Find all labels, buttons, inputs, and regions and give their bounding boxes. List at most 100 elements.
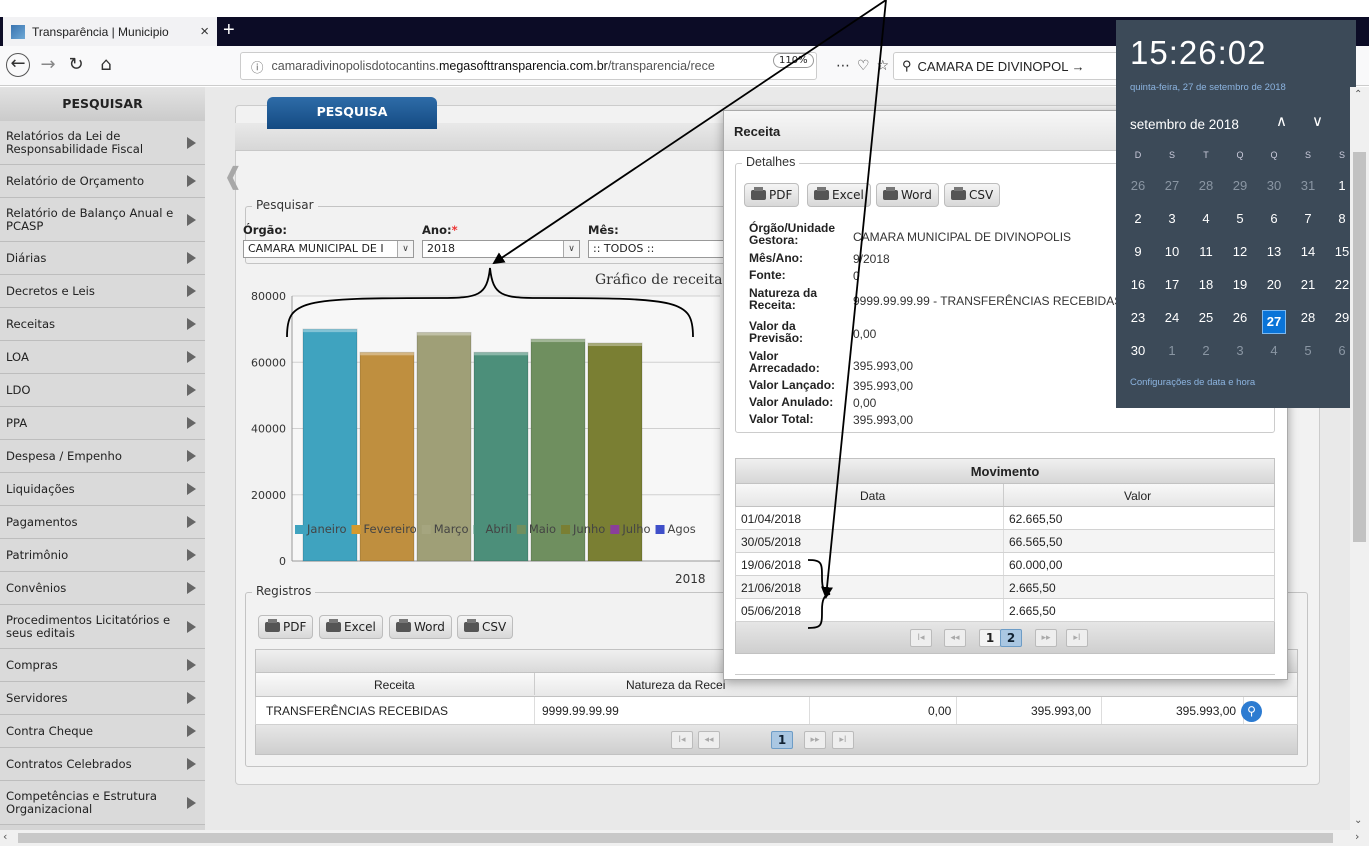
pager-last-button[interactable]: ▸I [832, 731, 854, 749]
pager-next-button[interactable]: ▸▸ [1035, 629, 1057, 647]
sidebar-item[interactable]: PPA [0, 407, 205, 440]
chevron-up-icon[interactable]: ∧ [1276, 112, 1287, 130]
modal-excel-button[interactable]: Excel [807, 183, 871, 207]
table-row[interactable]: 21/06/2018 2.665,50 [735, 576, 1275, 599]
forward-icon[interactable]: → [36, 53, 60, 77]
calendar-day[interactable]: 5 [1228, 211, 1252, 226]
vertical-scrollbar[interactable]: ⌃ ⌄ [1350, 87, 1369, 830]
calendar-day[interactable]: 5 [1296, 343, 1320, 358]
sidebar-item[interactable]: Servidores [0, 682, 205, 715]
calendar-day[interactable]: 25 [1194, 310, 1218, 325]
view-details-icon[interactable]: ⚲ [1241, 701, 1262, 722]
back-icon[interactable]: ← [6, 53, 30, 77]
sidebar-item[interactable]: Contra Cheque [0, 715, 205, 748]
home-icon[interactable]: ⌂ [94, 53, 118, 77]
calendar-day[interactable]: 28 [1296, 310, 1320, 325]
table-row[interactable]: 05/06/2018 2.665,50 [735, 599, 1275, 622]
scroll-down-icon[interactable]: ⌄ [1354, 815, 1362, 826]
reload-icon[interactable]: ↻ [64, 53, 88, 77]
column-natureza[interactable]: Natureza da Recei [626, 678, 725, 692]
mes-select[interactable]: :: TODOS :: [588, 240, 728, 258]
calendar-day[interactable]: 28 [1194, 178, 1218, 193]
address-bar[interactable]: ⓘ camaradivinopolisdotocantins. megasoftt… [240, 52, 817, 80]
close-tab-icon[interactable]: × [200, 23, 209, 40]
sidebar-item[interactable]: Relatório de Orçamento [0, 165, 205, 198]
sidebar-item[interactable]: LDO [0, 374, 205, 407]
calendar-day[interactable]: 2 [1194, 343, 1218, 358]
clock-date[interactable]: quinta-feira, 27 de setembro de 2018 [1130, 82, 1286, 93]
pager-first-button[interactable]: I◂ [671, 731, 693, 749]
calendar-day[interactable]: 2 [1126, 211, 1150, 226]
sidebar-item[interactable]: Patrimônio [0, 539, 205, 572]
calendar-day[interactable]: 14 [1296, 244, 1320, 259]
calendar-day[interactable]: 10 [1160, 244, 1184, 259]
calendar-day[interactable]: 27 [1160, 178, 1184, 193]
column-data[interactable]: Data [860, 489, 885, 503]
export-pdf-button[interactable]: PDF [258, 615, 314, 639]
pager-prev-button[interactable]: ◂◂ [698, 731, 720, 749]
ano-select[interactable]: 2018 ∨ [422, 240, 580, 258]
calendar-day[interactable]: 12 [1228, 244, 1252, 259]
calendar-day[interactable]: 13 [1262, 244, 1286, 259]
sidebar-item[interactable]: Procedimentos Licitatórios e seus editai… [0, 605, 205, 649]
browser-tab[interactable]: Transparência | Municipio × [3, 17, 217, 46]
pager-next-button[interactable]: ▸▸ [804, 731, 826, 749]
chevron-down-icon[interactable]: ∨ [1312, 112, 1323, 130]
sidebar-item[interactable]: Convênios [0, 572, 205, 605]
date-time-settings-link[interactable]: Configurações de data e hora [1130, 377, 1255, 388]
sidebar-item[interactable]: Receitas [0, 308, 205, 341]
sidebar-item[interactable]: LOA [0, 341, 205, 374]
sidebar-item[interactable]: Competências e Estrutura Organizacional [0, 781, 205, 825]
calendar-day[interactable]: 29 [1228, 178, 1252, 193]
export-excel-button[interactable]: Excel [319, 615, 383, 639]
calendar-day[interactable]: 21 [1296, 277, 1320, 292]
calendar-day[interactable]: 11 [1194, 244, 1218, 259]
sidebar-item[interactable]: Compras [0, 649, 205, 682]
sidebar-item[interactable]: Despesa / Empenho [0, 440, 205, 473]
calendar-day[interactable]: 31 [1296, 178, 1320, 193]
sidebar-item[interactable]: Contratos Celebrados [0, 748, 205, 781]
calendar-day[interactable]: 24 [1160, 310, 1184, 325]
calendar-day[interactable]: 6 [1262, 211, 1286, 226]
modal-word-button[interactable]: Word [876, 183, 939, 207]
pager-page-2[interactable]: 2 [1000, 629, 1022, 647]
calendar-day[interactable]: 1 [1160, 343, 1184, 358]
calendar-day[interactable]: 30 [1126, 343, 1150, 358]
table-row[interactable]: 30/05/2018 66.565,50 [735, 530, 1275, 553]
sidebar-item[interactable]: Pagamentos [0, 506, 205, 539]
calendar-day[interactable]: 3 [1160, 211, 1184, 226]
sidebar-item[interactable]: Diárias [0, 242, 205, 275]
scroll-up-icon[interactable]: ⌃ [1354, 89, 1362, 100]
calendar-day[interactable]: 23 [1126, 310, 1150, 325]
calendar-day[interactable]: 26 [1228, 310, 1252, 325]
new-tab-icon[interactable]: + [223, 19, 235, 42]
scrollbar-thumb[interactable] [18, 833, 1333, 843]
scrollbar-thumb[interactable] [1353, 152, 1366, 542]
pager-page-1[interactable]: 1 [979, 629, 1001, 647]
calendar-day[interactable]: 18 [1194, 277, 1218, 292]
pager-last-button[interactable]: ▸I [1066, 629, 1088, 647]
calendar-day[interactable]: 4 [1262, 343, 1286, 358]
table-row[interactable]: 01/04/2018 62.665,50 [735, 507, 1275, 530]
calendar-day[interactable]: 19 [1228, 277, 1252, 292]
export-csv-button[interactable]: CSV [457, 615, 514, 639]
sidebar-item[interactable]: Relatórios da Lei de Responsabilidade Fi… [0, 121, 205, 165]
pager-first-button[interactable]: I◂ [910, 629, 932, 647]
tab-pesquisa[interactable]: PESQUISA [267, 97, 437, 129]
calendar-day[interactable]: 26 [1126, 178, 1150, 193]
calendar-day[interactable]: 4 [1194, 211, 1218, 226]
calendar-day[interactable]: 9 [1126, 244, 1150, 259]
pager-page-1[interactable]: 1 [771, 731, 793, 749]
calendar-day[interactable]: 16 [1126, 277, 1150, 292]
calendar-day[interactable]: 3 [1228, 343, 1252, 358]
modal-pdf-button[interactable]: PDF [744, 183, 800, 207]
calendar-day[interactable]: 17 [1160, 277, 1184, 292]
column-valor[interactable]: Valor [1124, 489, 1151, 503]
pager-prev-button[interactable]: ◂◂ [944, 629, 966, 647]
orgao-select[interactable]: CAMARA MUNICIPAL DE I ∨ [243, 240, 414, 258]
calendar-day[interactable]: 7 [1296, 211, 1320, 226]
calendar-month[interactable]: setembro de 2018 [1130, 117, 1239, 132]
table-row[interactable]: 19/06/2018 60.000,00 [735, 553, 1275, 576]
scroll-right-icon[interactable]: › [1355, 830, 1359, 843]
sidebar-item[interactable]: Decretos e Leis [0, 275, 205, 308]
